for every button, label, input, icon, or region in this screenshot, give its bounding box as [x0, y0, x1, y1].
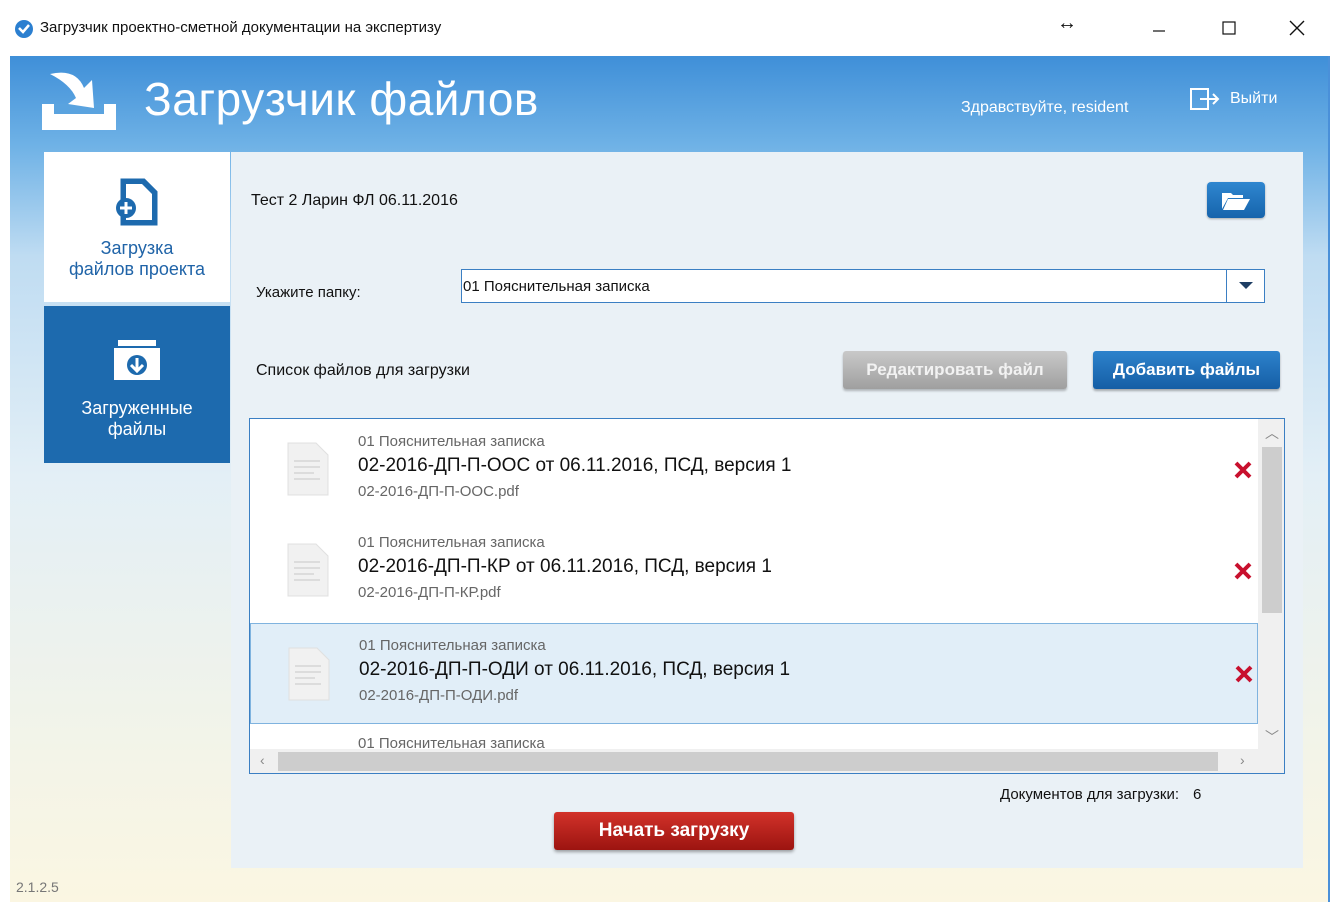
minimize-button[interactable]	[1136, 10, 1182, 46]
horizontal-scroll-thumb[interactable]	[278, 752, 1218, 771]
documents-count-value: 6	[1193, 786, 1202, 803]
app-title: Загрузчик файлов	[144, 73, 539, 125]
list-item[interactable]: 01 Пояснительная записка 02-2016-ДП-П-ОО…	[250, 419, 1258, 520]
open-folder-icon	[1222, 193, 1250, 210]
upload-panel: Тест 2 Ларин ФЛ 06.11.2016 Укажите папку…	[231, 152, 1303, 868]
window-titlebar: Загрузчик проектно-сметной документации …	[0, 0, 1338, 56]
folder-label: Укажите папку:	[256, 284, 361, 301]
window-border	[1328, 56, 1338, 902]
scroll-left-icon[interactable]: ‹	[260, 752, 265, 768]
scroll-up-icon[interactable]: ︿	[1265, 423, 1279, 443]
file-title: 02-2016-ДП-П-ОДИ от 06.11.2016, ПСД, вер…	[359, 659, 791, 680]
file-list[interactable]: 01 Пояснительная записка 02-2016-ДП-П-ОО…	[249, 418, 1285, 774]
documents-count-label: Документов для загрузки:	[1000, 786, 1179, 803]
file-title: 02-2016-ДП-П-КР от 06.11.2016, ПСД, верс…	[358, 556, 772, 577]
logout-label: Выйти	[1230, 90, 1278, 107]
list-item[interactable]: 01 Пояснительная записка 02-2016-ДП-П-КР…	[250, 520, 1258, 621]
remove-file-icon[interactable]	[1232, 560, 1254, 582]
file-add-icon	[116, 178, 158, 226]
window-title: Загрузчик проектно-сметной документации …	[40, 19, 442, 36]
minimize-icon	[1153, 30, 1165, 32]
file-list-label: Список файлов для загрузки	[256, 362, 470, 379]
list-item-selected[interactable]: 01 Пояснительная записка 02-2016-ДП-П-ОД…	[250, 623, 1258, 724]
file-folder: 01 Пояснительная записка	[359, 637, 546, 654]
remove-file-icon[interactable]	[1232, 459, 1254, 481]
dropdown-toggle[interactable]	[1226, 270, 1264, 302]
file-folder: 01 Пояснительная записка	[358, 534, 545, 551]
add-files-button[interactable]: Добавить файлы	[1093, 351, 1280, 389]
scroll-down-icon[interactable]: ﹀	[1265, 727, 1279, 747]
app-icon	[15, 20, 33, 38]
file-name: 02-2016-ДП-П-ООС.pdf	[358, 483, 519, 500]
document-icon	[287, 543, 329, 597]
remove-file-icon[interactable]	[1233, 663, 1255, 685]
file-title: 02-2016-ДП-П-ООС от 06.11.2016, ПСД, вер…	[358, 455, 792, 476]
maximize-button[interactable]	[1206, 10, 1252, 46]
horizontal-scrollbar[interactable]: ‹ ›	[250, 749, 1284, 773]
document-icon	[287, 442, 329, 496]
vertical-scrollbar[interactable]: ︿ ﹀	[1258, 419, 1284, 749]
sidebar-item-upload-label: Загрузка файлов проекта	[68, 238, 206, 279]
resize-icon[interactable]: ↔	[1057, 12, 1077, 35]
close-window-button[interactable]	[1274, 10, 1320, 46]
chevron-down-icon	[1238, 282, 1253, 289]
sidebar-item-uploaded-label: Загруженные файлы	[81, 398, 193, 439]
documents-count: Документов для загрузки: 6	[1000, 786, 1201, 803]
maximize-icon	[1222, 21, 1236, 35]
upload-logo-icon	[42, 72, 116, 130]
logout-icon	[1190, 88, 1220, 110]
file-folder: 01 Пояснительная записка	[358, 433, 545, 450]
file-name: 02-2016-ДП-П-ОДИ.pdf	[359, 687, 519, 704]
project-name: Тест 2 Ларин ФЛ 06.11.2016	[251, 192, 458, 209]
start-upload-button[interactable]: Начать загрузку	[554, 812, 794, 850]
sidebar-item-uploaded-files[interactable]: Загруженные файлы	[44, 306, 230, 463]
folder-download-icon	[114, 340, 160, 380]
folder-select-value: 01 Пояснительная записка	[463, 277, 650, 295]
app-window: Загрузчик файлов Здравствуйте, resident …	[10, 56, 1328, 902]
user-greeting: Здравствуйте, resident	[961, 99, 1129, 116]
document-icon	[288, 647, 330, 701]
app-version: 2.1.2.5	[16, 879, 59, 895]
file-name: 02-2016-ДП-П-КР.pdf	[358, 584, 501, 601]
folder-select[interactable]: 01 Пояснительная записка	[461, 269, 1265, 303]
edit-file-button[interactable]: Редактировать файл	[843, 351, 1067, 389]
scroll-right-icon[interactable]: ›	[1240, 752, 1245, 768]
vertical-scroll-thumb[interactable]	[1262, 447, 1282, 613]
open-folder-button[interactable]	[1207, 182, 1265, 218]
logout-button[interactable]: Выйти	[1190, 88, 1277, 110]
close-icon	[1289, 20, 1305, 36]
sidebar-item-upload-files[interactable]: Загрузка файлов проекта	[44, 152, 230, 302]
